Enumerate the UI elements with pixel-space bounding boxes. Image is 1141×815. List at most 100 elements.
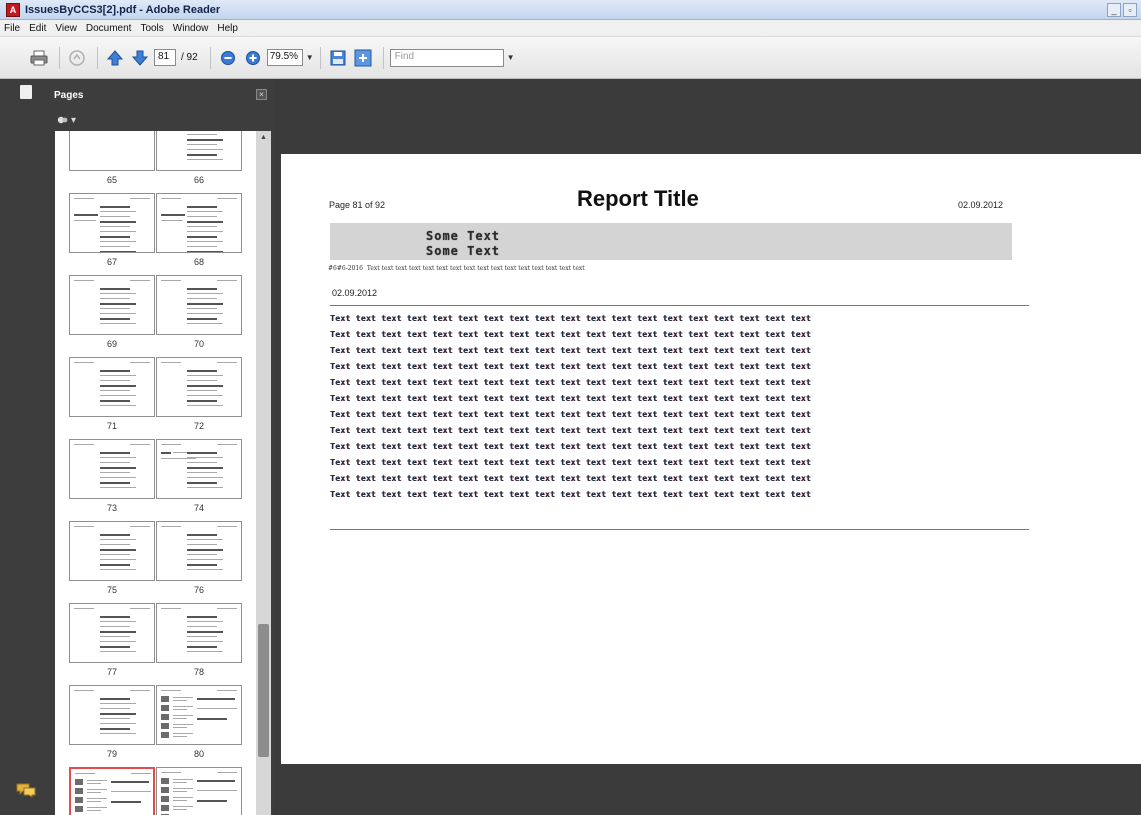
page-thumbnail[interactable] xyxy=(69,275,155,335)
zoom-dropdown-arrow-icon[interactable]: ▼ xyxy=(306,53,314,62)
info-text: Text text text text text text text text … xyxy=(366,265,585,272)
page-thumbnail[interactable] xyxy=(156,521,242,581)
thumbnail-mark xyxy=(100,226,130,227)
minimize-button[interactable]: _ xyxy=(1107,2,1121,17)
thumbnail-mark xyxy=(100,554,130,555)
thumbnail-mark xyxy=(100,221,136,223)
thumbnail-mark xyxy=(111,801,141,803)
thumbnail-page-number: 73 xyxy=(106,503,117,513)
page-thumbnail[interactable] xyxy=(69,767,155,815)
thumbnail-mark xyxy=(187,211,223,212)
scrollbar-thumb[interactable] xyxy=(258,624,269,757)
page-thumbnail[interactable] xyxy=(156,439,242,499)
menu-document[interactable]: Document xyxy=(86,23,132,34)
page-thumbnail[interactable] xyxy=(156,603,242,663)
page-thumbnail[interactable] xyxy=(69,357,155,417)
print-button[interactable] xyxy=(28,47,50,69)
thumbnail-mark xyxy=(100,288,130,290)
thumbnail-mark xyxy=(74,198,94,199)
thumbnail-mark xyxy=(217,526,237,527)
page-total-label: / 92 xyxy=(181,52,198,63)
thumbnail-mark xyxy=(187,303,223,305)
next-page-button[interactable] xyxy=(129,47,151,69)
thumbnail-mark xyxy=(87,792,101,793)
thumbnail-mark xyxy=(161,690,181,691)
thumbnail-mark xyxy=(161,220,183,221)
page-thumbnail[interactable] xyxy=(156,131,242,171)
thumbnail-mark xyxy=(187,251,223,252)
body-text-line: Text text text text text text text text … xyxy=(330,490,811,499)
page-thumbnail[interactable] xyxy=(156,767,242,815)
menu-tools[interactable]: Tools xyxy=(140,23,163,34)
thumbnail-mark xyxy=(187,400,217,402)
page-thumbnail[interactable] xyxy=(69,193,155,253)
thumbnail-page-number: 75 xyxy=(106,585,117,595)
thumbnail-mark xyxy=(111,791,151,792)
find-dropdown-arrow-icon[interactable]: ▼ xyxy=(507,53,515,62)
page-thumbnail[interactable] xyxy=(69,131,155,171)
thumbnail-mark xyxy=(187,477,223,478)
thumbnail-mark xyxy=(161,778,169,784)
thumbnail-mark xyxy=(100,390,130,391)
menu-edit[interactable]: Edit xyxy=(29,23,46,34)
thumbnail-mark xyxy=(173,706,193,707)
menu-window[interactable]: Window xyxy=(173,23,209,34)
scroll-up-arrow-icon[interactable]: ▲ xyxy=(258,134,269,144)
thumbnail-mark xyxy=(161,608,181,609)
menu-file[interactable]: File xyxy=(4,23,20,34)
thumbnail-mark xyxy=(130,526,150,527)
thumbnail-mark xyxy=(187,651,223,652)
page-thumbnail[interactable] xyxy=(156,357,242,417)
page-thumbnail[interactable] xyxy=(69,439,155,499)
thumbnail-mark xyxy=(187,452,217,454)
thumbnail-mark xyxy=(187,462,217,463)
thumbnail-mark xyxy=(187,313,223,314)
page-thumbnail[interactable] xyxy=(69,603,155,663)
menu-help[interactable]: Help xyxy=(217,23,238,34)
thumbnail-mark xyxy=(187,375,223,376)
thumbnail-mark xyxy=(130,690,150,691)
thumbnail-scrollbar[interactable]: ▲ xyxy=(256,131,271,815)
comments-icon[interactable] xyxy=(15,782,37,798)
page-thumbnail[interactable] xyxy=(69,685,155,745)
save-button[interactable] xyxy=(327,47,349,69)
document-view[interactable]: Page 81 of 92 Report Title 02.09.2012 So… xyxy=(273,79,1141,815)
zoom-out-button[interactable] xyxy=(217,47,239,69)
thumbnail-mark xyxy=(187,149,223,150)
title-bar: A IssuesByCCS3[2].pdf - Adobe Reader _ ▫ xyxy=(0,0,1141,20)
hand-tool-button[interactable] xyxy=(66,47,88,69)
thumbnail-mark xyxy=(173,782,187,783)
previous-page-button[interactable] xyxy=(104,47,126,69)
thumbnail-mark xyxy=(100,728,130,730)
current-page-input[interactable]: 81 xyxy=(154,49,176,66)
page-thumbnail[interactable] xyxy=(156,275,242,335)
thumbnail-mark xyxy=(187,626,217,627)
navigation-strip xyxy=(0,79,47,815)
thumbnail-page-number: 70 xyxy=(193,339,204,349)
thumbnail-mark xyxy=(100,621,136,622)
thumbnail-mark xyxy=(100,549,136,551)
toolbar-separator xyxy=(97,46,98,69)
page-thumbnail[interactable] xyxy=(69,521,155,581)
thumbnail-mark xyxy=(187,385,223,387)
restore-button[interactable]: ▫ xyxy=(1123,2,1137,17)
pages-icon[interactable] xyxy=(20,85,32,99)
panel-options-button[interactable]: ▾ xyxy=(57,111,76,129)
thumbnail-mark xyxy=(74,690,94,691)
thumbnail-page-number: 65 xyxy=(106,175,117,185)
close-panel-button[interactable]: × xyxy=(256,89,267,100)
menu-bar: File Edit View Document Tools Window Hel… xyxy=(0,20,1141,37)
thumbnail-mark xyxy=(187,154,217,156)
thumbnail-mark xyxy=(100,651,136,652)
menu-view[interactable]: View xyxy=(55,23,77,34)
page-thumbnail[interactable] xyxy=(156,193,242,253)
zoom-in-button[interactable] xyxy=(242,47,264,69)
page-thumbnail[interactable] xyxy=(156,685,242,745)
fit-page-button[interactable] xyxy=(352,47,374,69)
thumbnail-mark xyxy=(100,298,130,299)
zoom-level-input[interactable]: 79.5% xyxy=(266,49,303,66)
thumbnail-mark xyxy=(75,788,83,794)
thumbnail-mark xyxy=(217,280,237,281)
thumbnail-mark xyxy=(87,780,107,781)
find-input[interactable]: Find xyxy=(389,48,504,67)
